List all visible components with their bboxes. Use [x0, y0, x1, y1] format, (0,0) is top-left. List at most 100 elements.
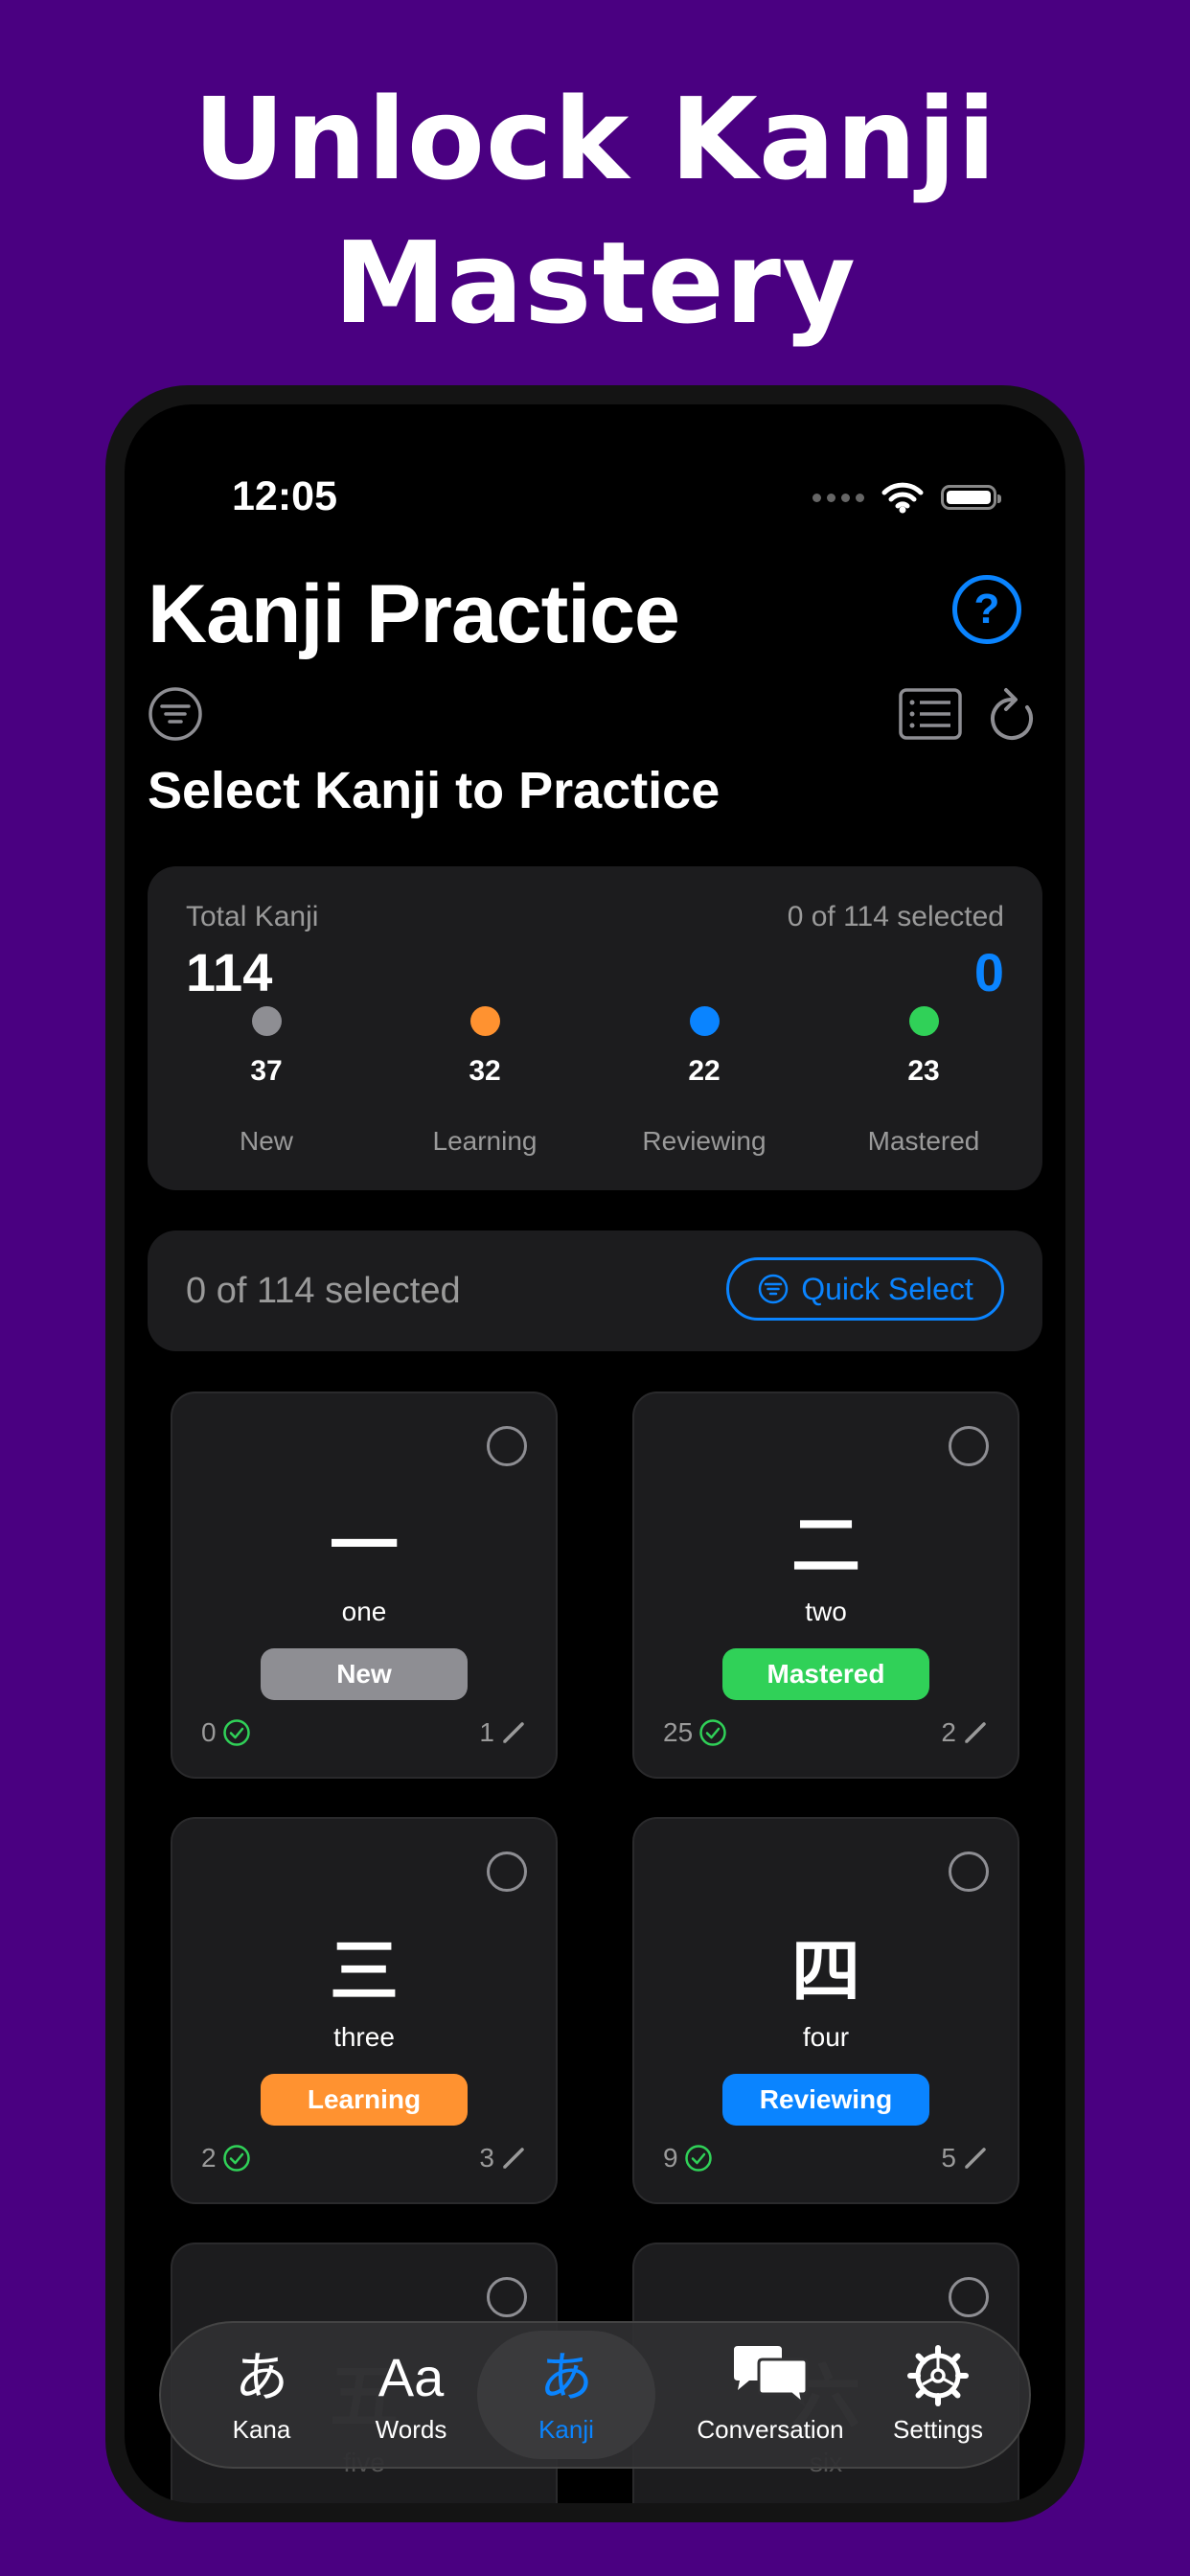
- pencil-icon: [503, 2148, 524, 2169]
- stat-label: New: [239, 1126, 293, 1156]
- kanji-card[interactable]: 二 two Mastered 25 2: [632, 1392, 1019, 1779]
- tab-words[interactable]: Aa Words: [349, 2323, 473, 2467]
- help-button[interactable]: ?: [952, 575, 1021, 644]
- tab-settings[interactable]: Settings: [876, 2323, 1000, 2467]
- stat-count: 23: [907, 1055, 940, 1087]
- stat-dot: [251, 1006, 282, 1036]
- stat-count: 22: [688, 1055, 721, 1087]
- attempt-count: 5: [941, 2143, 989, 2174]
- correct-value: 2: [201, 2143, 217, 2173]
- select-checkbox[interactable]: [949, 2277, 989, 2317]
- stat-label: Mastered: [867, 1126, 980, 1156]
- attempts-value: 5: [941, 2143, 956, 2173]
- pencil-icon: [965, 2148, 986, 2169]
- tab-kanji[interactable]: あ Kanji: [477, 2331, 655, 2459]
- kanji-character: 四: [790, 1931, 860, 2012]
- correct-count: 0: [201, 1717, 251, 1748]
- stat-count: 32: [469, 1055, 501, 1087]
- status-badge: Reviewing: [722, 2074, 929, 2126]
- kanji-character: 二: [790, 1506, 860, 1586]
- tab-bar: あ Kana Aa Words あ Kanji Conversation Set…: [159, 2321, 1031, 2469]
- tab-label: Settings: [893, 2415, 983, 2444]
- quick-select-label: Quick Select: [801, 1271, 973, 1306]
- tab-conversation[interactable]: Conversation: [665, 2323, 876, 2467]
- kanji-character: 一: [329, 1506, 399, 1586]
- attempts-value: 2: [941, 1717, 956, 1747]
- attempts-value: 3: [479, 2143, 494, 2173]
- stat-dot: [689, 1006, 720, 1036]
- page-title: Kanji Practice: [148, 568, 680, 660]
- select-checkbox[interactable]: [487, 1852, 527, 1892]
- kanji-card[interactable]: 一 one New 0 1: [171, 1392, 558, 1779]
- promo-headline: Unlock Kanji Mastery: [0, 67, 1190, 355]
- kanji-meaning: three: [333, 2022, 395, 2052]
- wifi-icon: [881, 482, 924, 514]
- words-icon: Aa: [378, 2347, 445, 2407]
- kanji-meaning: two: [805, 1597, 847, 1626]
- stat-learning: 32 Learning: [389, 1006, 581, 1157]
- total-kanji-label: Total Kanji: [186, 901, 319, 932]
- tab-kana[interactable]: あ Kana: [199, 2323, 324, 2467]
- stat-dot: [469, 1006, 500, 1036]
- stat-label: Learning: [432, 1126, 538, 1156]
- kanji-icon: あ: [539, 2347, 593, 2407]
- conversation-icon: [665, 2344, 876, 2411]
- app-screen: 12:05 Kanji Practice ? Select Kanji to P…: [125, 404, 1065, 2503]
- pencil-icon: [503, 1722, 524, 1743]
- total-kanji-value: 114: [186, 942, 273, 1002]
- correct-value: 0: [201, 1717, 217, 1747]
- selection-bar: 0 of 114 selected Quick Select: [148, 1230, 1042, 1351]
- correct-count: 25: [663, 1717, 727, 1748]
- attempts-value: 1: [479, 1717, 494, 1747]
- tab-label: Words: [375, 2415, 447, 2444]
- check-circle-icon: [684, 2145, 712, 2172]
- tab-label: Kanji: [538, 2415, 594, 2444]
- select-checkbox[interactable]: [949, 1852, 989, 1892]
- attempt-count: 3: [479, 2143, 527, 2174]
- section-subtitle: Select Kanji to Practice: [148, 762, 721, 819]
- tab-label: Kana: [232, 2415, 291, 2444]
- status-badge: Learning: [261, 2074, 468, 2126]
- summary-card: Total Kanji 0 of 114 selected 114 0 37 N…: [148, 866, 1042, 1190]
- status-badge: Mastered: [722, 1648, 929, 1700]
- quick-select-button[interactable]: Quick Select: [726, 1257, 1004, 1321]
- stat-count: 37: [250, 1055, 283, 1087]
- headline-line-2: Mastery: [333, 217, 857, 349]
- kanji-character: 三: [329, 1931, 399, 2012]
- select-checkbox[interactable]: [487, 2277, 527, 2317]
- attempt-count: 2: [941, 1717, 989, 1748]
- phone-frame: 12:05 Kanji Practice ? Select Kanji to P…: [105, 385, 1085, 2522]
- gear-icon: [876, 2344, 1000, 2411]
- kanji-card[interactable]: 四 four Reviewing 9 5: [632, 1817, 1019, 2204]
- signal-icon: [812, 493, 864, 502]
- headline-line-1: Unlock Kanji: [193, 73, 997, 205]
- filter-icon[interactable]: [148, 686, 203, 742]
- stat-dot: [908, 1006, 939, 1036]
- selected-count-text: 0 of 114 selected: [787, 901, 1004, 932]
- attempt-count: 1: [479, 1717, 527, 1748]
- stat-reviewing: 22 Reviewing: [608, 1006, 800, 1157]
- status-badge: New: [261, 1648, 468, 1700]
- kanji-meaning: four: [802, 2022, 850, 2052]
- refresh-icon[interactable]: [985, 684, 1039, 744]
- check-circle-icon: [222, 2145, 250, 2172]
- stat-label: Reviewing: [642, 1126, 767, 1156]
- selection-status: 0 of 114 selected: [186, 1271, 461, 1311]
- kanji-card[interactable]: 三 three Learning 2 3: [171, 1817, 558, 2204]
- stat-mastered: 23 Mastered: [828, 1006, 1019, 1157]
- tab-label: Conversation: [697, 2415, 844, 2444]
- list-view-icon[interactable]: [899, 688, 962, 740]
- kana-icon: あ: [235, 2347, 288, 2407]
- battery-icon: [941, 485, 1001, 510]
- status-icons: [812, 481, 1001, 514]
- correct-count: 2: [201, 2143, 251, 2174]
- stat-new: 37 New: [171, 1006, 362, 1157]
- correct-value: 9: [663, 2143, 678, 2173]
- select-checkbox[interactable]: [949, 1426, 989, 1466]
- select-checkbox[interactable]: [487, 1426, 527, 1466]
- selected-count-value: 0: [973, 942, 1004, 1002]
- check-circle-icon: [222, 1719, 250, 1746]
- kanji-meaning: one: [341, 1597, 387, 1626]
- correct-count: 9: [663, 2143, 713, 2174]
- filter-icon: [758, 1274, 789, 1304]
